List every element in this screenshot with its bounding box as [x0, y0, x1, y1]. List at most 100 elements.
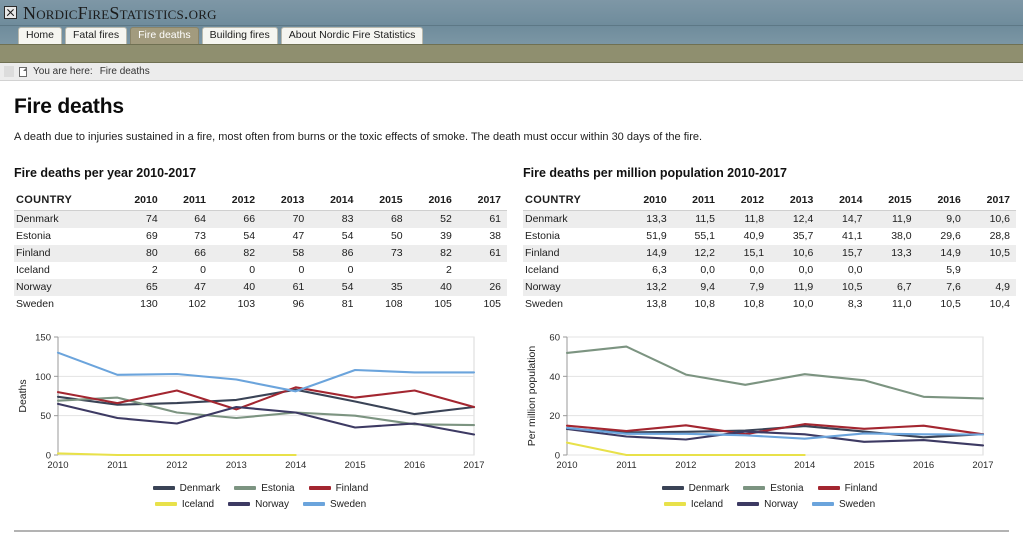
tab-home[interactable]: Home [18, 27, 63, 44]
legend-item-iceland[interactable]: Iceland [154, 499, 214, 510]
cell-value: 10,4 [989, 298, 1010, 311]
cell-country: Finland [16, 247, 51, 260]
cell-value: 82 [440, 247, 452, 260]
legend-label: Sweden [839, 498, 876, 510]
legend-swatch-denmark [661, 486, 684, 491]
x-axis-tick-label: 2016 [913, 460, 934, 471]
cell-value: 4,9 [995, 281, 1010, 294]
footer-divider [14, 530, 1009, 532]
cell-value: 61 [292, 281, 305, 294]
cell-value: 69 [145, 230, 158, 243]
site-header: NordicFireStatistics.org [0, 0, 1023, 26]
cell-value: 14,7 [842, 213, 863, 226]
legend-item-norway[interactable]: Norway [737, 499, 798, 510]
right-column: Fire deaths per million population 2010-… [523, 166, 1016, 510]
cell-value: 73 [390, 247, 403, 260]
cell-value: 0,0 [749, 264, 765, 277]
cell-value: 35 [390, 281, 403, 294]
cell-value: 61 [489, 213, 501, 226]
cell-value: 66 [243, 213, 256, 226]
cell-value: 13,2 [646, 281, 667, 294]
tab-building-fires[interactable]: Building fires [201, 27, 278, 44]
legend-label: Denmark [688, 482, 730, 494]
legend-item-sweden[interactable]: Sweden [303, 499, 366, 510]
page-content: Fire deaths A death due to injuries sust… [0, 81, 1023, 510]
cell-value: 47 [292, 230, 305, 243]
per-million-chart-container: 0 20 40 60 2010 2011 2012 2013 2014 2015 2016 2017 P… [523, 329, 1016, 510]
y-axis-tick-label: 150 [35, 332, 51, 343]
tab-fire-deaths[interactable]: Fire deaths [130, 27, 199, 44]
cell-value: 54 [341, 230, 354, 243]
cell-value: 54 [243, 230, 256, 243]
legend-item-sweden[interactable]: Sweden [812, 499, 875, 510]
cell-value: 0,0 [847, 264, 863, 277]
breadcrumb-label: You are here: [33, 66, 93, 77]
legend-item-iceland[interactable]: Iceland [663, 499, 723, 510]
tab-fatal-fires[interactable]: Fatal fires [65, 27, 128, 44]
legend-swatch-sweden [812, 502, 834, 507]
legend-item-estonia[interactable]: Estonia [234, 482, 295, 494]
cell-value: 0 [347, 264, 354, 277]
cell-value: 0 [298, 264, 305, 277]
cell-value: 96 [292, 298, 305, 311]
cell-value: 66 [194, 247, 206, 260]
cell-value: 0,0 [700, 264, 715, 277]
left-column: Fire deaths per year 2010-2017 COUNTRY 20… [14, 166, 507, 510]
cell-value: 9,4 [700, 281, 715, 294]
table-row: Iceland 6,3 0,0 0,0 0,0 0,0 5,9 [523, 261, 1016, 279]
cell-value: 61 [489, 247, 501, 260]
column-header-2013: 2013 [261, 191, 311, 211]
site-title: NordicFireStatistics.org [23, 2, 217, 23]
cell-value: 10,6 [989, 213, 1010, 226]
cell-value [967, 262, 1016, 279]
cell-value: 51,9 [646, 230, 667, 243]
legend-label: Norway [764, 498, 798, 510]
cell-value: 10,8 [743, 298, 765, 311]
legend-label: Estonia [261, 482, 295, 494]
cell-value: 9,0 [946, 213, 961, 226]
column-header-2012: 2012 [211, 191, 262, 211]
column-header-2014: 2014 [819, 191, 869, 211]
cell-value: 28,8 [989, 230, 1010, 243]
table-body: Denmark 13,3 11,5 11,8 12,4 14,7 11,9 9,0 10,6 Es… [523, 210, 1016, 313]
cell-value: 35,7 [792, 230, 814, 243]
content-columns: Fire deaths per year 2010-2017 COUNTRY 20… [14, 166, 1016, 510]
cell-value: 13,8 [646, 298, 667, 311]
cell-value: 40,9 [743, 230, 765, 243]
cell-value: 38 [489, 230, 501, 243]
cell-value: 14,9 [646, 247, 667, 260]
column-header-country: COUNTRY [14, 191, 115, 211]
cell-value: 15,7 [842, 247, 863, 260]
cell-value: 6,7 [897, 281, 912, 294]
legend-item-denmark[interactable]: Denmark [152, 483, 220, 494]
cell-value: 0,0 [798, 264, 814, 277]
cell-value: 64 [194, 213, 206, 226]
column-header-2010: 2010 [623, 191, 673, 211]
cell-country: Norway [525, 281, 561, 294]
cell-value: 102 [188, 298, 206, 311]
accent-band [0, 44, 1023, 63]
breadcrumb-spacer [4, 66, 14, 77]
cell-value: 130 [140, 298, 158, 311]
legend-item-finland[interactable]: Finland [817, 483, 877, 494]
x-axis-tick-label: 2010 [556, 460, 577, 471]
table-row: Norway 13,2 9,4 7,9 11,9 10,5 6,7 7,6 4,9 [523, 278, 1016, 296]
column-header-2013: 2013 [770, 191, 820, 211]
cell-value: 11,5 [695, 213, 715, 226]
cell-value: 40 [243, 281, 256, 294]
legend-item-norway[interactable]: Norway [228, 499, 289, 510]
table-header-row: COUNTRY 2010 2011 2012 2013 2014 2015 2016 2017 [523, 191, 1016, 211]
legend-item-finland[interactable]: Finland [308, 483, 368, 494]
legend-swatch-iceland [663, 502, 686, 507]
legend-item-estonia[interactable]: Estonia [743, 483, 804, 494]
cell-value: 11,9 [793, 281, 814, 294]
cell-value: 103 [237, 298, 256, 311]
cell-value: 0 [200, 264, 206, 277]
cell-value: 10,6 [792, 247, 814, 260]
legend-item-denmark[interactable]: Denmark [661, 482, 730, 494]
tab-about-nordic-fire-statistics[interactable]: About Nordic Fire Statistics [280, 27, 424, 44]
column-header-2017: 2017 [457, 191, 507, 211]
cell-value: 26 [489, 281, 501, 294]
right-section-title: Fire deaths per million population 2010-… [523, 165, 787, 180]
cell-value: 41,1 [842, 230, 863, 243]
